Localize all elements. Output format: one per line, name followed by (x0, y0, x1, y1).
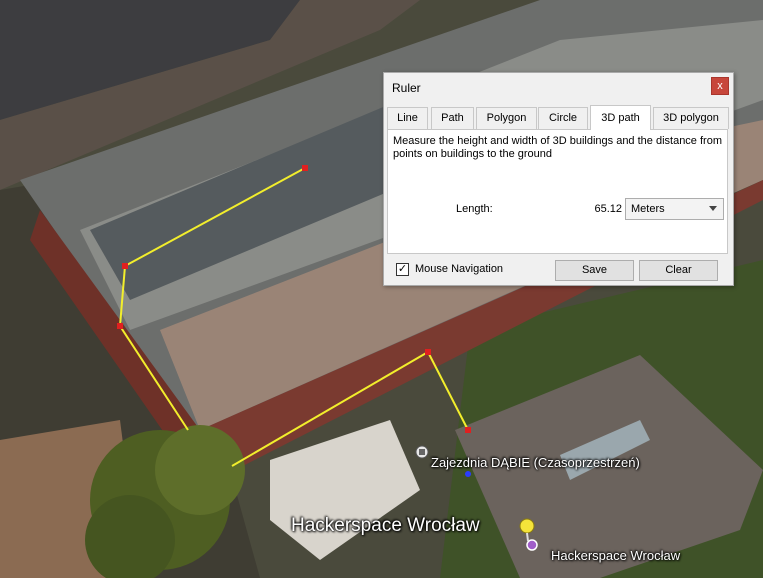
tab-3d-polygon[interactable]: 3D polygon (653, 107, 729, 129)
measurement-point[interactable] (117, 323, 123, 329)
close-button[interactable]: x (711, 77, 729, 95)
length-label: Length: (456, 203, 493, 215)
tab-line[interactable]: Line (387, 107, 428, 129)
chevron-down-icon (709, 206, 717, 211)
unit-select-value: Meters (631, 203, 665, 215)
mouse-navigation-checkbox[interactable]: ✓ (396, 263, 409, 276)
poi-icon (526, 539, 538, 551)
tab-path[interactable]: Path (431, 107, 474, 129)
location-dot-icon (465, 471, 471, 477)
mouse-navigation-label[interactable]: Mouse Navigation (415, 263, 503, 275)
tab-circle[interactable]: Circle (538, 107, 588, 129)
measurement-point[interactable] (302, 165, 308, 171)
unit-select[interactable]: Meters (625, 198, 724, 220)
length-value: 65.12 (594, 203, 622, 215)
map-label-hackerspace-pin[interactable]: Hackerspace Wrocław (551, 548, 680, 563)
measurement-point[interactable] (425, 349, 431, 355)
map-label-zajezdnia[interactable]: Zajezdnia DĄBIE (Czasoprzestrzeń) (431, 455, 640, 470)
measurement-point[interactable] (465, 427, 471, 433)
save-button[interactable]: Save (555, 260, 634, 281)
map-label-hackerspace[interactable]: Hackerspace Wrocław (291, 515, 480, 537)
ruler-dialog: Ruler x Line Path Polygon Circle 3D path… (383, 72, 734, 286)
tab-3d-path[interactable]: 3D path (590, 105, 651, 130)
clear-button[interactable]: Clear (639, 260, 718, 281)
description-text: Measure the height and width of 3D build… (393, 135, 722, 160)
tab-polygon[interactable]: Polygon (476, 107, 537, 129)
measurement-point[interactable] (122, 263, 128, 269)
dialog-title: Ruler (392, 81, 421, 95)
place-marker-icon[interactable] (415, 445, 429, 459)
tab-panel: Measure the height and width of 3D build… (387, 129, 728, 254)
